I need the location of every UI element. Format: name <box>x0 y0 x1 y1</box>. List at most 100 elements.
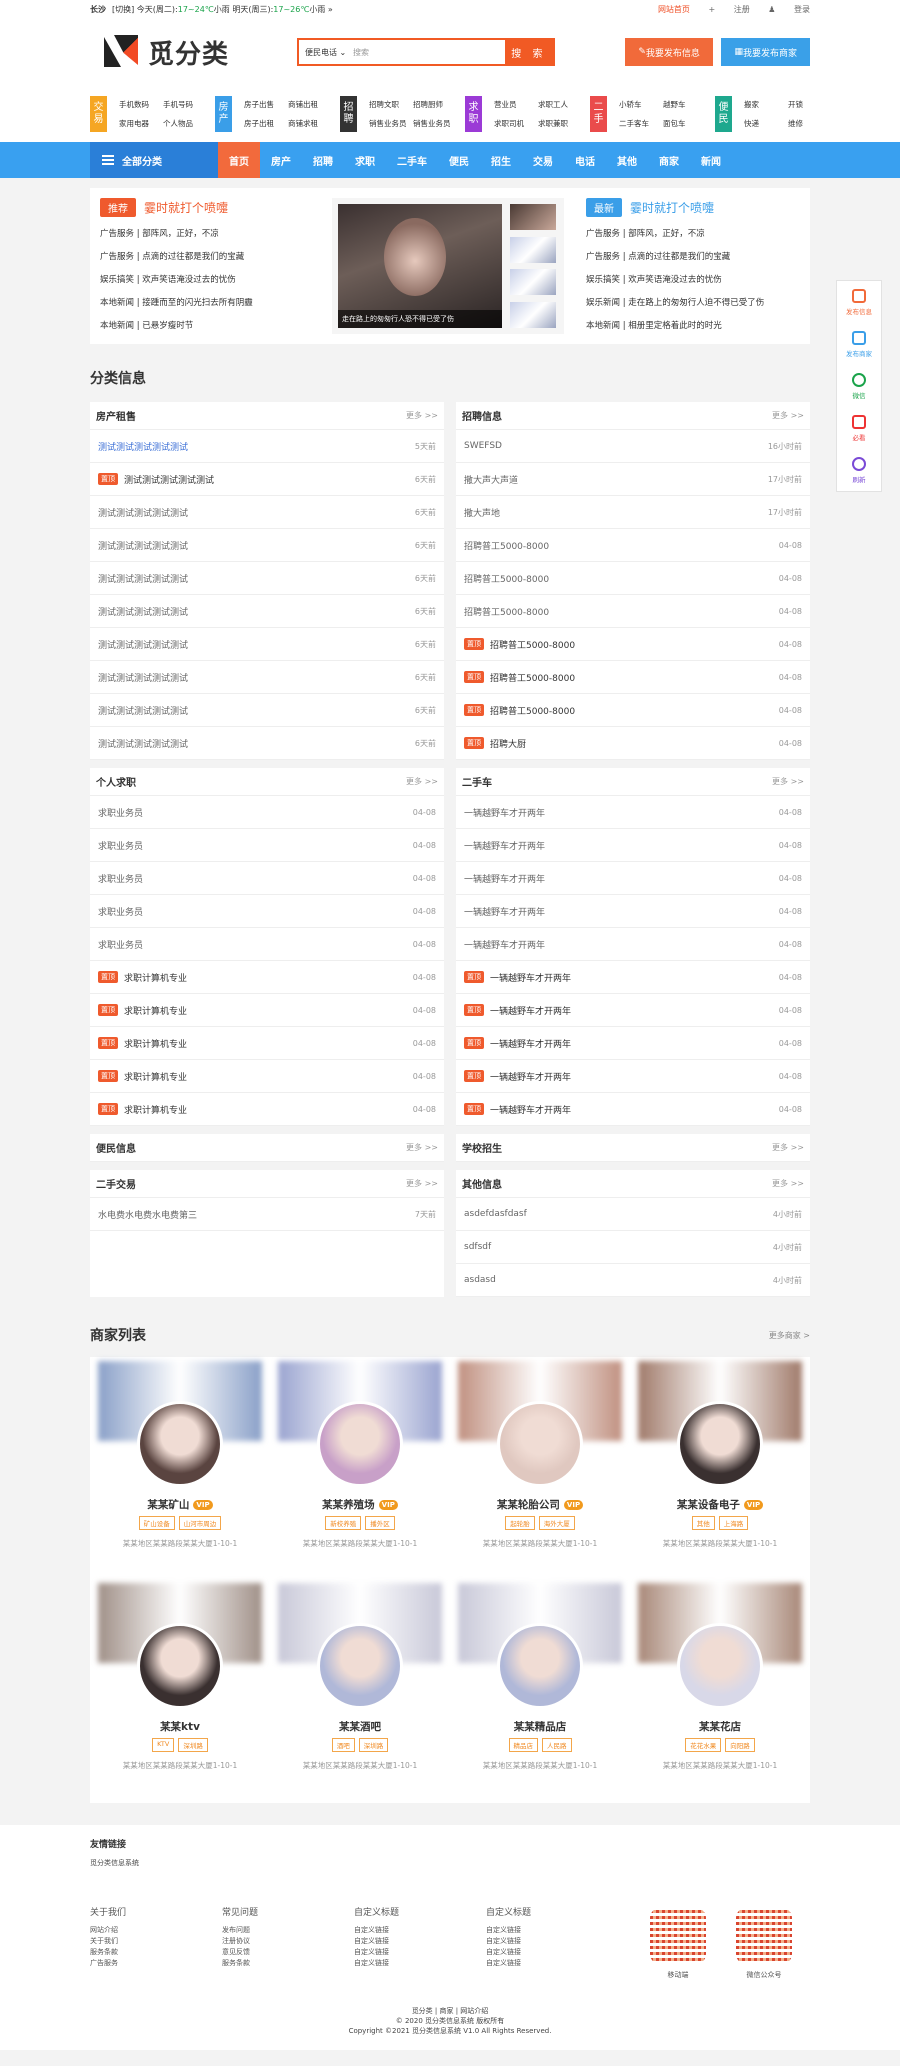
nav-item[interactable]: 招生 <box>480 142 522 178</box>
nav-item[interactable]: 其他 <box>606 142 648 178</box>
category-tag[interactable]: 便民 <box>715 96 732 132</box>
latest-title[interactable]: 霎时就打个喷嚏 <box>630 199 714 216</box>
list-item[interactable]: 一辆越野车才开两年 04-08 <box>456 928 810 961</box>
merchant-avatar[interactable] <box>317 1623 403 1709</box>
merchants-more-link[interactable]: 更多商家 > <box>769 1330 810 1341</box>
list-item[interactable]: 置顶 求职计算机专业 04-08 <box>90 961 444 994</box>
nav-item[interactable]: 新闻 <box>690 142 732 178</box>
slider-thumb[interactable] <box>510 204 556 230</box>
merchant-card[interactable]: 某某设备电子 VIP 其他 上海路 某某地区某某路段某某大厦1-10-1 <box>638 1361 802 1567</box>
nav-item[interactable]: 首页 <box>218 142 260 178</box>
list-item[interactable]: 水电费水电费水电费第三 7天前 <box>90 1198 444 1231</box>
home-link[interactable]: 网站首页 <box>658 5 690 14</box>
list-item[interactable]: 置顶 招聘普工5000-8000 04-08 <box>456 628 810 661</box>
merchant-card[interactable]: 某某酒吧 酒吧 深圳路 某某地区某某路段某某大厦1-10-1 <box>278 1583 442 1789</box>
footer-link[interactable]: 自定义链接 <box>354 1958 486 1969</box>
footer-link[interactable]: 发布问题 <box>222 1925 354 1936</box>
category-link[interactable]: 房子出租 <box>244 118 288 129</box>
list-item[interactable]: 置顶 一辆越野车才开两年 04-08 <box>456 1093 810 1126</box>
recommended-title[interactable]: 霎时就打个喷嚏 <box>144 199 228 216</box>
nav-item[interactable]: 求职 <box>344 142 386 178</box>
footer-link[interactable]: 关于我们 <box>90 1936 222 1947</box>
list-item[interactable]: 置顶 求职计算机专业 04-08 <box>90 1060 444 1093</box>
merchant-name-text[interactable]: 某某ktv <box>160 1719 200 1734</box>
hot-list-item[interactable]: 广告服务 | 部阵风，正好，不凉 <box>586 223 796 246</box>
hot-list-item[interactable]: 本地新闻 | 已悬岁瘦时节 <box>100 315 310 338</box>
hot-list-item[interactable]: 娱乐新闻 | 走在路上的匆匆行人迫不得已受了伤 <box>586 292 796 315</box>
nav-item[interactable]: 房产 <box>260 142 302 178</box>
merchant-card[interactable]: 某某精品店 精品店 人民路 某某地区某某路段某某大厦1-10-1 <box>458 1583 622 1789</box>
category-link[interactable]: 手机号码 <box>163 99 207 110</box>
category-link[interactable]: 销售业务员 <box>413 118 457 129</box>
hot-list-item[interactable]: 本地新闻 | 相册里定格着此时的时光 <box>586 315 796 338</box>
list-item[interactable]: 招聘普工5000-8000 04-08 <box>456 595 810 628</box>
hot-list-item[interactable]: 广告服务 | 点滴的过往都是我们的宝藏 <box>100 246 310 269</box>
panel-title[interactable]: 个人求职 <box>96 774 136 789</box>
slider-thumb[interactable] <box>510 236 556 263</box>
panel-more-link[interactable]: 更多 >> <box>772 1178 804 1189</box>
category-link[interactable]: 家用电器 <box>119 118 163 129</box>
sidebar-button[interactable]: 必看 <box>837 407 881 449</box>
list-item[interactable]: 撒大声大声道 17小时前 <box>456 463 810 496</box>
category-link[interactable]: 小轿车 <box>619 99 663 110</box>
slider-main-image[interactable]: 走在路上的匆匆行人恐不得已受了伤 <box>338 204 502 328</box>
footer-link[interactable]: 自定义链接 <box>354 1925 486 1936</box>
panel-more-link[interactable]: 更多 >> <box>772 1142 804 1153</box>
merchant-name-text[interactable]: 某某精品店 <box>514 1719 567 1734</box>
list-item[interactable]: 测试测试测试测试测试 6天前 <box>90 694 444 727</box>
nav-item[interactable]: 招聘 <box>302 142 344 178</box>
category-tag[interactable]: 交易 <box>90 96 107 132</box>
footer-link[interactable]: 广告服务 <box>90 1958 222 1969</box>
sidebar-button[interactable]: 刷新 <box>837 449 881 491</box>
list-item[interactable]: 置顶 一辆越野车才开两年 04-08 <box>456 994 810 1027</box>
footer-link[interactable]: 自定义链接 <box>354 1936 486 1947</box>
hot-list-item[interactable]: 广告服务 | 点滴的过往都是我们的宝藏 <box>586 246 796 269</box>
list-item[interactable]: 测试测试测试测试测试 6天前 <box>90 562 444 595</box>
nav-item[interactable]: 便民 <box>438 142 480 178</box>
category-link[interactable]: 求职兼职 <box>538 118 582 129</box>
footer-link[interactable]: 自定义链接 <box>486 1958 618 1969</box>
category-link[interactable]: 手机数码 <box>119 99 163 110</box>
category-tag[interactable]: 二手 <box>590 96 607 132</box>
category-link[interactable]: 个人物品 <box>163 118 207 129</box>
slider-thumb[interactable] <box>510 269 556 296</box>
merchant-avatar[interactable] <box>137 1623 223 1709</box>
weather-more-arrow[interactable]: » <box>328 5 333 14</box>
list-item[interactable]: asdefdasfdasf 4小时前 <box>456 1198 810 1231</box>
search-button[interactable]: 搜 索 <box>504 39 553 65</box>
category-link[interactable]: 求职司机 <box>494 118 538 129</box>
category-tag[interactable]: 房产 <box>215 96 232 132</box>
category-tag[interactable]: 招聘 <box>340 96 357 132</box>
panel-title[interactable]: 便民信息 <box>96 1140 136 1155</box>
list-item[interactable]: SWEFSD 16小时前 <box>456 430 810 463</box>
merchant-name-text[interactable]: 某某花店 <box>699 1719 741 1734</box>
list-item[interactable]: 求职业务员 04-08 <box>90 796 444 829</box>
list-item[interactable]: 置顶 一辆越野车才开两年 04-08 <box>456 1027 810 1060</box>
nav-item[interactable]: 商家 <box>648 142 690 178</box>
list-item[interactable]: 求职业务员 04-08 <box>90 928 444 961</box>
merchant-avatar[interactable] <box>677 1401 763 1487</box>
list-item[interactable]: 求职业务员 04-08 <box>90 829 444 862</box>
category-link[interactable]: 开锁 <box>788 99 832 110</box>
list-item[interactable]: 招聘普工5000-8000 04-08 <box>456 562 810 595</box>
publish-info-button[interactable]: ✎ 我要发布信息 <box>624 38 714 66</box>
footer-link[interactable]: 意见反馈 <box>222 1947 354 1958</box>
merchant-card[interactable]: 某某矿山 VIP 矿山设备 山河市周边 某某地区某某路段某某大厦1-10-1 <box>98 1361 262 1567</box>
list-item[interactable]: 测试测试测试测试测试 6天前 <box>90 496 444 529</box>
search-category-select[interactable]: 便民电话 ⌄ <box>299 47 353 58</box>
hot-list-item[interactable]: 娱乐搞笑 | 欢声笑语淹没过去的忧伤 <box>100 269 310 292</box>
footer-link[interactable]: 服务条款 <box>90 1947 222 1958</box>
list-item[interactable]: 置顶 招聘大厨 04-08 <box>456 727 810 760</box>
image-slider[interactable]: 走在路上的匆匆行人恐不得已受了伤 <box>332 198 564 334</box>
hot-list-item[interactable]: 广告服务 | 部阵风，正好，不凉 <box>100 223 310 246</box>
panel-more-link[interactable]: 更多 >> <box>772 410 804 421</box>
list-item[interactable]: 一辆越野车才开两年 04-08 <box>456 829 810 862</box>
list-item[interactable]: 置顶 招聘普工5000-8000 04-08 <box>456 694 810 727</box>
panel-more-link[interactable]: 更多 >> <box>406 1178 438 1189</box>
merchant-name-text[interactable]: 某某酒吧 <box>339 1719 381 1734</box>
panel-title[interactable]: 招聘信息 <box>462 408 502 423</box>
hot-list-item[interactable]: 本地新闻 | 接踵而至的闪光扫去所有阴霾 <box>100 292 310 315</box>
list-item[interactable]: 置顶 求职计算机专业 04-08 <box>90 1093 444 1126</box>
merchant-avatar[interactable] <box>497 1401 583 1487</box>
footer-link[interactable]: 网站介绍 <box>90 1925 222 1936</box>
